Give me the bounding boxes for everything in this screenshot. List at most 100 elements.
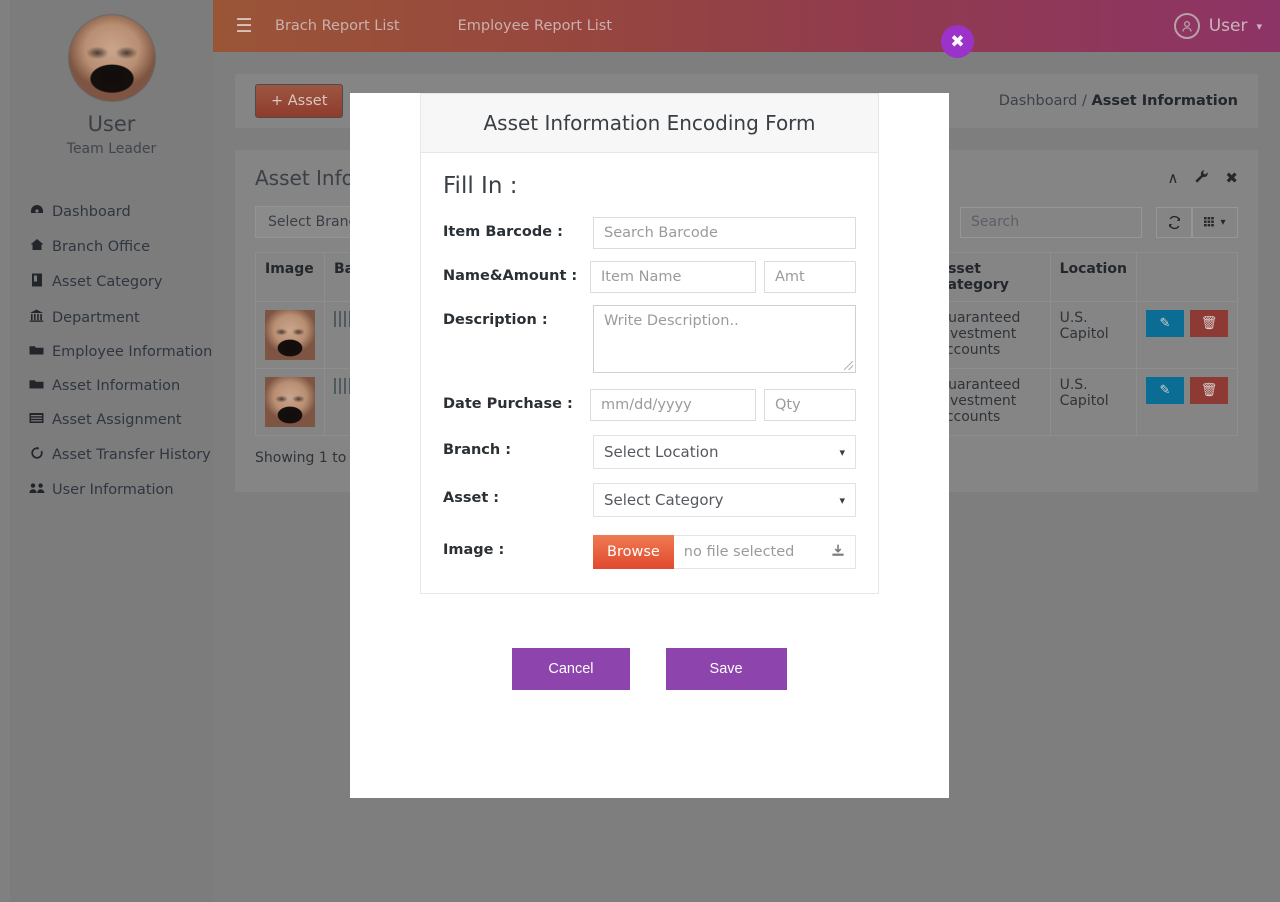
amount-input[interactable]: Amt <box>764 261 856 293</box>
label-branch: Branch : <box>443 435 593 458</box>
refresh-icon[interactable] <box>1156 207 1192 238</box>
sidebar-item-branch-office[interactable]: Branch Office <box>10 229 213 264</box>
user-avatar-photo <box>68 14 156 102</box>
file-status-text: no file selected <box>684 544 795 560</box>
th-location: Location <box>1050 253 1136 302</box>
edit-icon[interactable]: ✎ <box>1146 310 1184 337</box>
branch-select[interactable]: Select Location <box>593 435 856 469</box>
close-icon[interactable]: ✖ <box>1225 169 1238 188</box>
add-asset-button[interactable]: + Asset <box>255 84 343 118</box>
control-asset: Select Category <box>593 483 856 517</box>
control-description: Write Description.. <box>593 305 856 373</box>
folder-open-icon <box>28 378 45 394</box>
form-section-title: Fill In : <box>443 173 856 199</box>
document-icon <box>28 273 45 291</box>
nav-link-branch-report[interactable]: Brach Report List <box>275 18 400 34</box>
history-icon <box>28 446 45 464</box>
sidebar-item-label: Branch Office <box>52 239 150 255</box>
download-icon <box>831 544 845 561</box>
chevron-up-icon[interactable]: ∧ <box>1167 169 1178 188</box>
asset-thumbnail <box>265 310 315 360</box>
cell-actions: ✎ 🗑 <box>1137 369 1238 436</box>
toolbar-right: Search ▾ <box>960 207 1238 238</box>
cell-location: U.S. Capitol <box>1050 369 1136 436</box>
trash-icon[interactable]: 🗑 <box>1190 377 1228 404</box>
sidebar-item-dashboard[interactable]: Dashboard <box>10 195 213 229</box>
grid-columns-icon[interactable]: ▾ <box>1192 207 1238 238</box>
breadcrumb-root[interactable]: Dashboard <box>999 93 1078 109</box>
user-circle-icon <box>1174 13 1200 39</box>
label-description: Description : <box>443 305 593 328</box>
folder-open-icon <box>28 344 45 360</box>
trash-icon[interactable]: 🗑 <box>1190 310 1228 337</box>
search-input[interactable]: Search <box>960 207 1142 238</box>
field-row-branch: Branch : Select Location <box>443 435 856 469</box>
sidebar-item-department[interactable]: Department <box>10 300 213 335</box>
field-row-name-amount: Name&Amount : Item Name Amt <box>443 261 856 293</box>
breadcrumb-separator: / <box>1082 93 1087 109</box>
user-menu[interactable]: User ▾ <box>1174 13 1280 39</box>
wrench-icon[interactable] <box>1194 169 1209 188</box>
sidebar: User Team Leader Dashboard Branch Office <box>10 0 213 902</box>
cell-image <box>256 302 325 369</box>
list-icon <box>28 412 45 428</box>
sidebar-item-label: User Information <box>52 482 174 498</box>
sidebar-item-label: Employee Information <box>52 344 212 360</box>
chevron-down-icon: ▾ <box>1256 20 1262 33</box>
quantity-input[interactable]: Qty <box>764 389 856 421</box>
app-root: User Team Leader Dashboard Branch Office <box>0 0 1280 902</box>
sidebar-item-label: Department <box>52 310 140 326</box>
browse-button[interactable]: Browse <box>593 535 674 569</box>
file-picker: Browse no file selected <box>593 535 856 569</box>
sidebar-item-asset-information[interactable]: Asset Information <box>10 369 213 403</box>
cancel-button[interactable]: Cancel <box>512 648 629 690</box>
control-branch: Select Location <box>593 435 856 469</box>
modal-close-button[interactable]: ✖ <box>941 25 974 58</box>
sidebar-item-asset-category[interactable]: Asset Category <box>10 264 213 300</box>
modal-actions: Cancel Save <box>350 648 949 690</box>
sidebar-item-asset-transfer-history[interactable]: Asset Transfer History <box>10 437 213 473</box>
sidebar-menu: Dashboard Branch Office Asset Category <box>10 195 213 507</box>
sidebar-item-label: Dashboard <box>52 204 131 220</box>
save-button[interactable]: Save <box>666 648 787 690</box>
label-date-purchase: Date Purchase : <box>443 389 590 412</box>
hamburger-icon[interactable]: ☰ <box>213 15 275 37</box>
sidebar-item-employee-information[interactable]: Employee Information <box>10 335 213 369</box>
date-purchase-input[interactable]: mm/dd/yyyy <box>590 389 756 421</box>
encoding-form-card: Asset Information Encoding Form Fill In … <box>420 93 879 594</box>
sidebar-item-label: Asset Information <box>52 378 180 394</box>
description-textarea[interactable]: Write Description.. <box>593 305 856 373</box>
modal-title: Asset Information Encoding Form <box>421 94 878 153</box>
field-row-asset: Asset : Select Category <box>443 483 856 517</box>
sidebar-item-user-information[interactable]: User Information <box>10 473 213 507</box>
sidebar-item-asset-assignment[interactable]: Asset Assignment <box>10 403 213 437</box>
control-date-qty: mm/dd/yyyy Qty <box>590 389 856 421</box>
label-item-barcode: Item Barcode : <box>443 217 593 240</box>
th-image: Image <box>256 253 325 302</box>
row-actions: ✎ 🗑 <box>1146 377 1228 404</box>
sidebar-item-label: Asset Category <box>52 274 162 290</box>
item-name-input[interactable]: Item Name <box>590 261 756 293</box>
cell-actions: ✎ 🗑 <box>1137 302 1238 369</box>
breadcrumb-current: Asset Information <box>1091 93 1238 109</box>
users-icon <box>28 482 45 498</box>
label-asset: Asset : <box>443 483 593 506</box>
control-name-amount: Item Name Amt <box>590 261 856 293</box>
row-actions: ✎ 🗑 <box>1146 310 1228 337</box>
bank-icon <box>28 309 45 326</box>
chevron-down-icon: ▾ <box>1220 217 1225 228</box>
th-actions <box>1137 253 1238 302</box>
dashboard-icon <box>28 204 45 220</box>
cell-image <box>256 369 325 436</box>
label-image: Image : <box>443 535 593 558</box>
label-name-amount: Name&Amount : <box>443 261 590 284</box>
profile-name: User <box>10 112 213 136</box>
asset-encoding-modal: ✖ Asset Information Encoding Form Fill I… <box>350 45 949 750</box>
form-body: Fill In : Item Barcode : Search Barcode … <box>421 153 878 593</box>
asset-category-select[interactable]: Select Category <box>593 483 856 517</box>
user-menu-label: User <box>1209 16 1248 36</box>
control-barcode: Search Barcode <box>593 217 856 249</box>
barcode-input[interactable]: Search Barcode <box>593 217 856 249</box>
edit-icon[interactable]: ✎ <box>1146 377 1184 404</box>
nav-link-employee-report[interactable]: Employee Report List <box>458 18 612 34</box>
